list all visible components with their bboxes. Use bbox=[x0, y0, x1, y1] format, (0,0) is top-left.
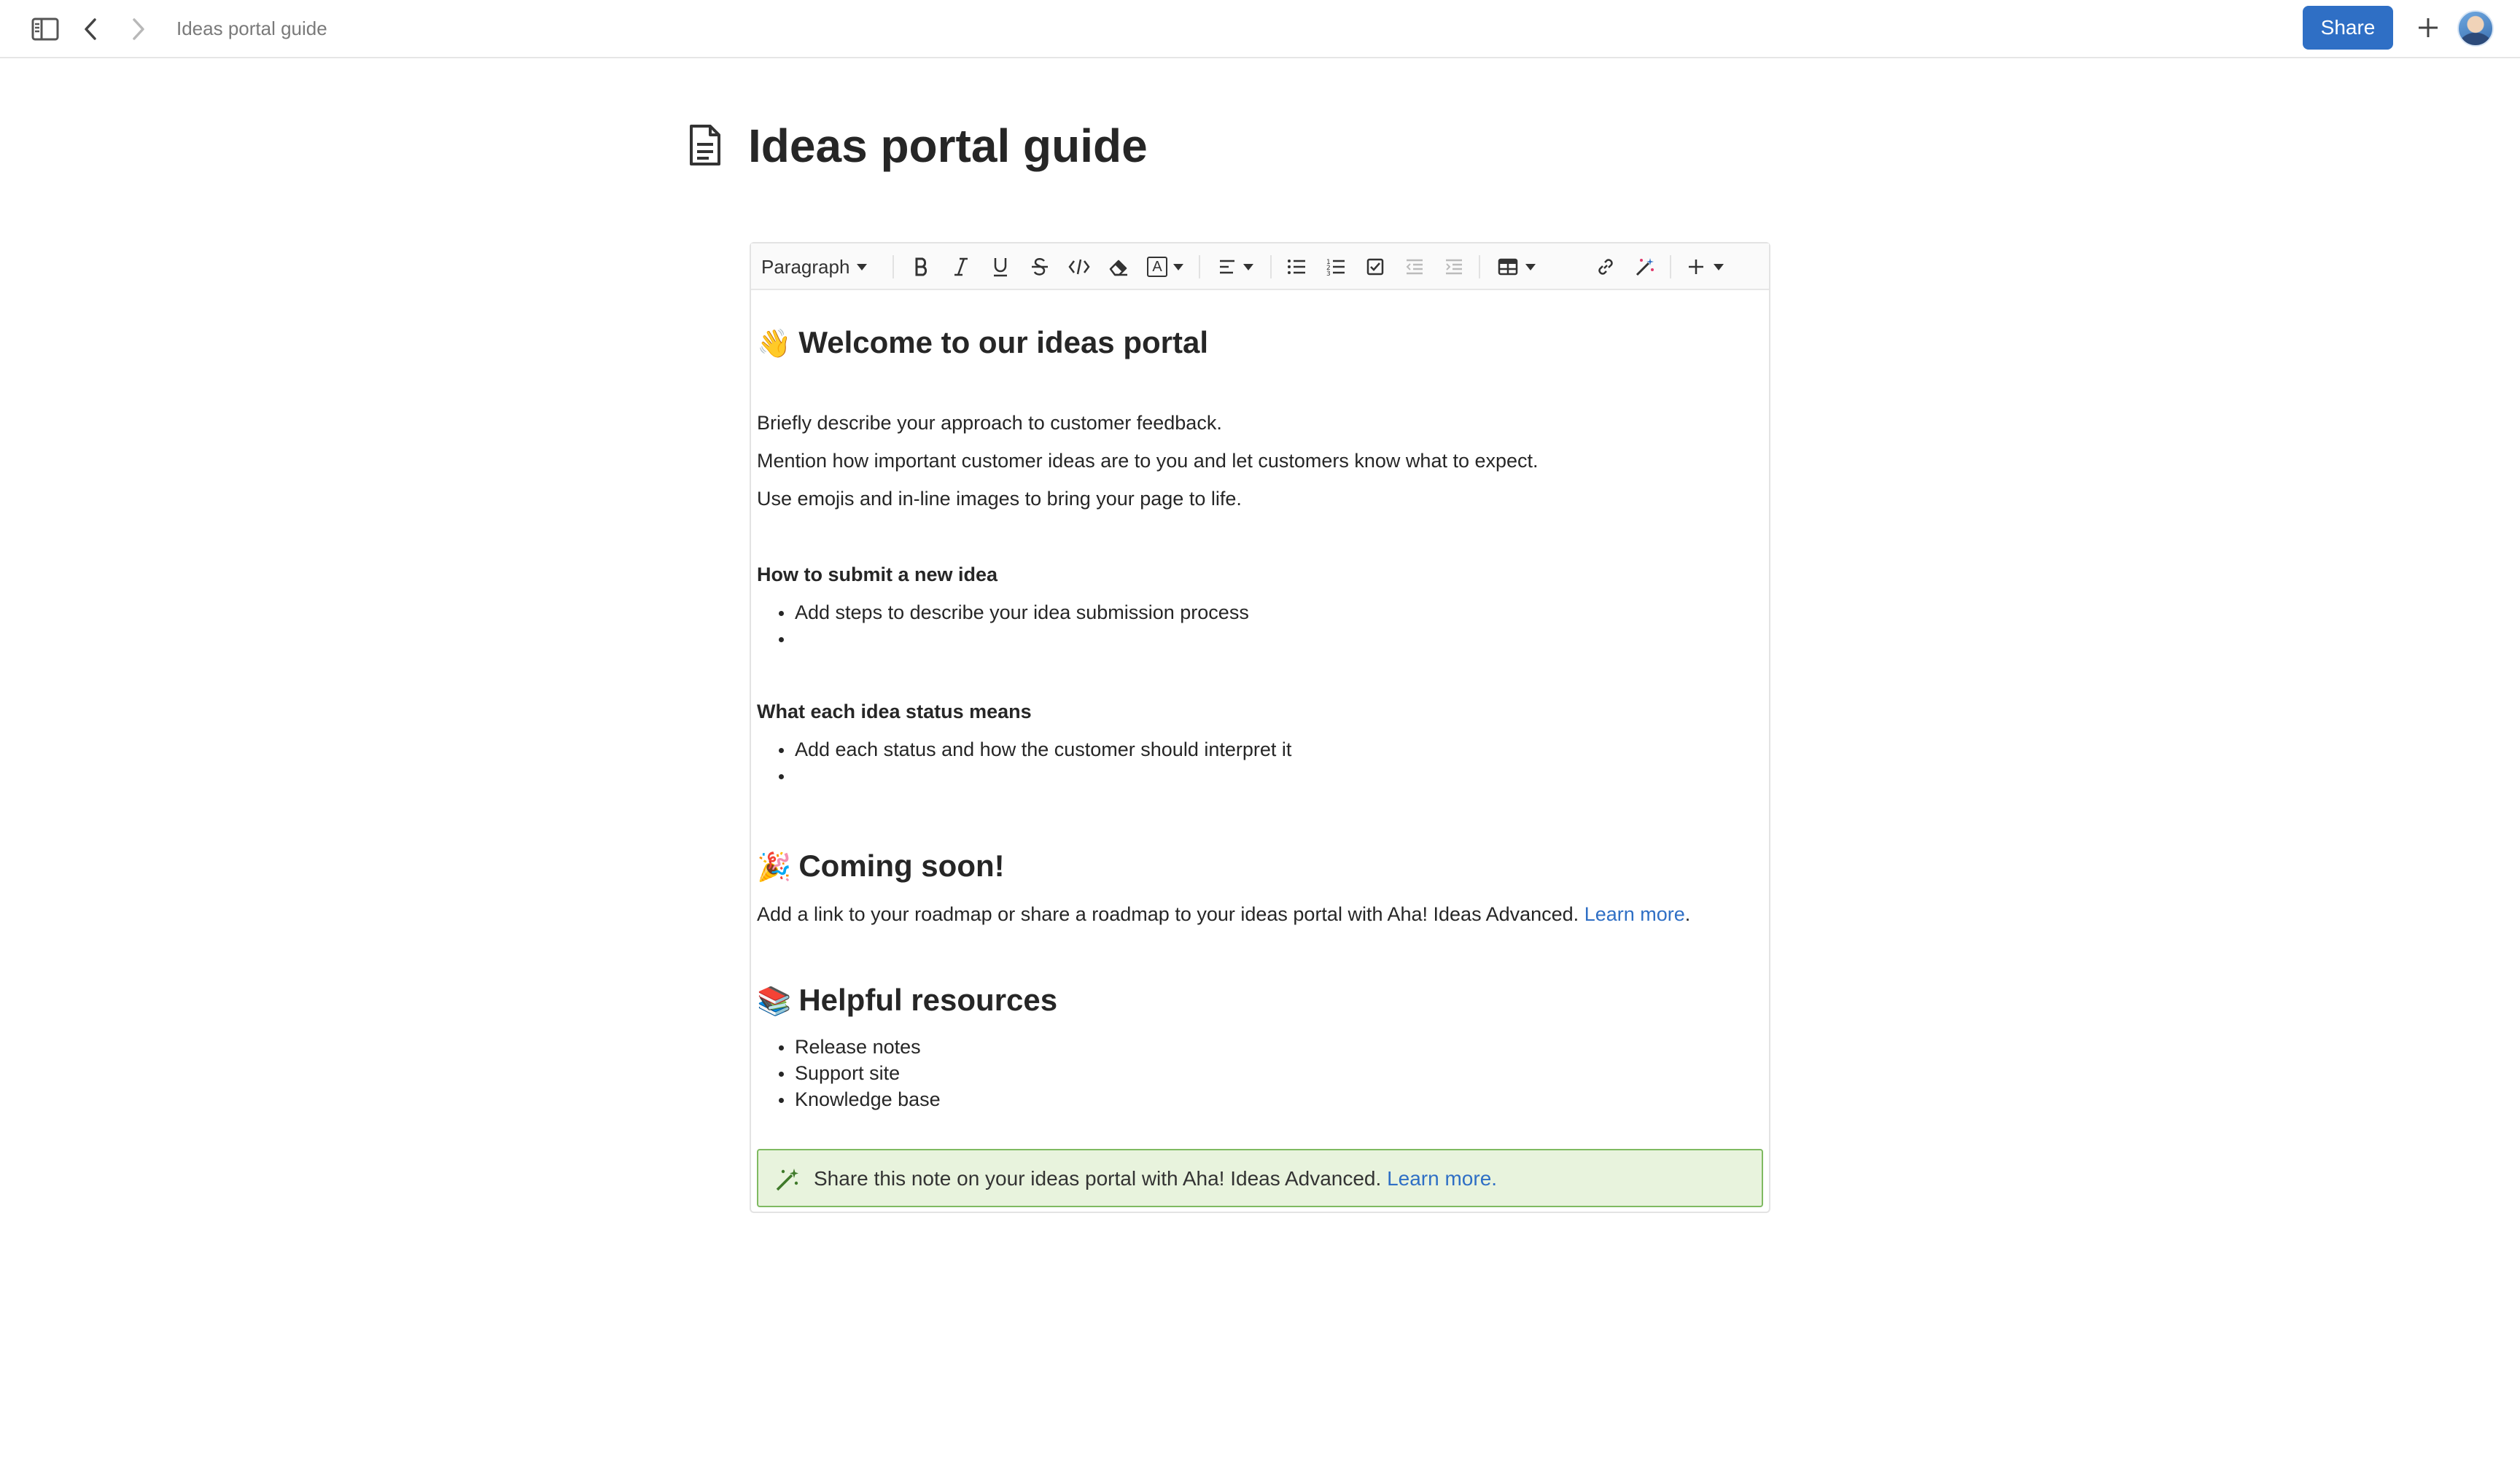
intro-line-3: Use emojis and in-line images to bring y… bbox=[757, 488, 1242, 510]
block-style-select[interactable]: Paragraph bbox=[761, 251, 885, 283]
magic-wand-icon bbox=[771, 1163, 804, 1196]
sidebar-toggle-icon[interactable] bbox=[28, 12, 63, 47]
avatar[interactable] bbox=[2457, 10, 2494, 47]
intro-line-2: Mention how important customer ideas are… bbox=[757, 450, 1539, 472]
strikethrough-icon[interactable] bbox=[1024, 251, 1056, 283]
toolbar-divider bbox=[892, 255, 894, 278]
text-color-icon[interactable]: A bbox=[1142, 251, 1189, 283]
bulleted-list-icon[interactable] bbox=[1280, 251, 1312, 283]
forward-arrow-icon[interactable] bbox=[121, 12, 156, 47]
toolbar-divider bbox=[1270, 255, 1272, 278]
wave-emoji: 👋 bbox=[757, 329, 792, 359]
text-color-swatch: A bbox=[1147, 257, 1167, 277]
breadcrumb[interactable]: Ideas portal guide bbox=[176, 16, 327, 41]
top-bar: Ideas portal guide Share bbox=[0, 0, 2520, 58]
page-title[interactable]: Ideas portal guide bbox=[748, 117, 1148, 175]
back-arrow-icon[interactable] bbox=[73, 12, 108, 47]
list-item: Release notes bbox=[779, 1034, 921, 1060]
banner-learn-more-link[interactable]: Learn more. bbox=[1387, 1167, 1497, 1190]
resources-heading-text: Helpful resources bbox=[798, 983, 1058, 1017]
document-icon bbox=[687, 124, 723, 166]
intro-line-1: Briefly describe your approach to custom… bbox=[757, 412, 1222, 434]
toolbar-divider bbox=[1670, 255, 1671, 278]
note-editor[interactable]: Paragraph A 1 2 3 👋 Welcome to our ideas… bbox=[750, 242, 1770, 1213]
table-icon[interactable] bbox=[1489, 251, 1544, 283]
list-item: Support site bbox=[778, 1060, 900, 1086]
block-style-label: Paragraph bbox=[761, 255, 850, 278]
eraser-icon[interactable] bbox=[1102, 251, 1135, 283]
indent-icon[interactable] bbox=[1438, 251, 1470, 283]
insert-plus-icon[interactable] bbox=[1680, 251, 1731, 283]
italic-icon[interactable] bbox=[945, 251, 977, 283]
status-heading: What each idea status means bbox=[757, 701, 1032, 722]
coming-soon-period: . bbox=[1684, 903, 1691, 925]
bold-icon[interactable] bbox=[906, 251, 938, 283]
numbered-list-icon[interactable]: 123 bbox=[1320, 251, 1352, 283]
chevron-down-icon bbox=[1525, 263, 1536, 270]
toolbar-divider bbox=[1199, 255, 1200, 278]
magic-wand-icon[interactable] bbox=[1629, 251, 1661, 283]
submit-heading: How to submit a new idea bbox=[757, 564, 998, 585]
share-button[interactable]: Share bbox=[2303, 6, 2393, 50]
share-note-banner: Share this note on your ideas portal wit… bbox=[757, 1149, 1763, 1207]
list-item: Add steps to describe your idea submissi… bbox=[779, 599, 1249, 625]
chevron-down-icon bbox=[1714, 263, 1724, 270]
code-icon[interactable] bbox=[1063, 251, 1095, 283]
resources-heading: 📚 Helpful resources bbox=[757, 980, 1057, 1022]
link-icon[interactable] bbox=[1590, 251, 1622, 283]
banner-text: Share this note on your ideas portal wit… bbox=[814, 1165, 1497, 1193]
align-icon[interactable] bbox=[1210, 251, 1261, 283]
chevron-down-icon bbox=[1243, 263, 1253, 270]
learn-more-link[interactable]: Learn more bbox=[1584, 903, 1685, 925]
welcome-heading-text: Welcome to our ideas portal bbox=[798, 325, 1208, 359]
svg-text:3: 3 bbox=[1326, 270, 1331, 276]
editor-toolbar: Paragraph A 1 2 3 bbox=[751, 243, 1769, 290]
coming-soon-text: Add a link to your roadmap or share a ro… bbox=[757, 900, 1690, 929]
coming-soon-heading: 🎉 Coming soon! bbox=[757, 846, 1005, 888]
banner-message: Share this note on your ideas portal wit… bbox=[814, 1167, 1382, 1190]
plus-icon[interactable] bbox=[2411, 10, 2446, 45]
checklist-icon[interactable] bbox=[1359, 251, 1391, 283]
welcome-heading: 👋 Welcome to our ideas portal bbox=[757, 322, 1208, 364]
books-emoji: 📚 bbox=[757, 986, 792, 1017]
chevron-down-icon bbox=[857, 263, 868, 270]
list-item: Knowledge base bbox=[779, 1086, 941, 1112]
list-item: Add each status and how the customer sho… bbox=[778, 736, 1291, 763]
outdent-icon[interactable] bbox=[1399, 251, 1431, 283]
party-emoji: 🎉 bbox=[757, 852, 792, 883]
coming-soon-body: Add a link to your roadmap or share a ro… bbox=[757, 903, 1579, 925]
chevron-down-icon bbox=[1173, 263, 1183, 270]
coming-soon-heading-text: Coming soon! bbox=[798, 849, 1005, 883]
underline-icon[interactable] bbox=[984, 251, 1016, 283]
toolbar-divider bbox=[1479, 255, 1480, 278]
